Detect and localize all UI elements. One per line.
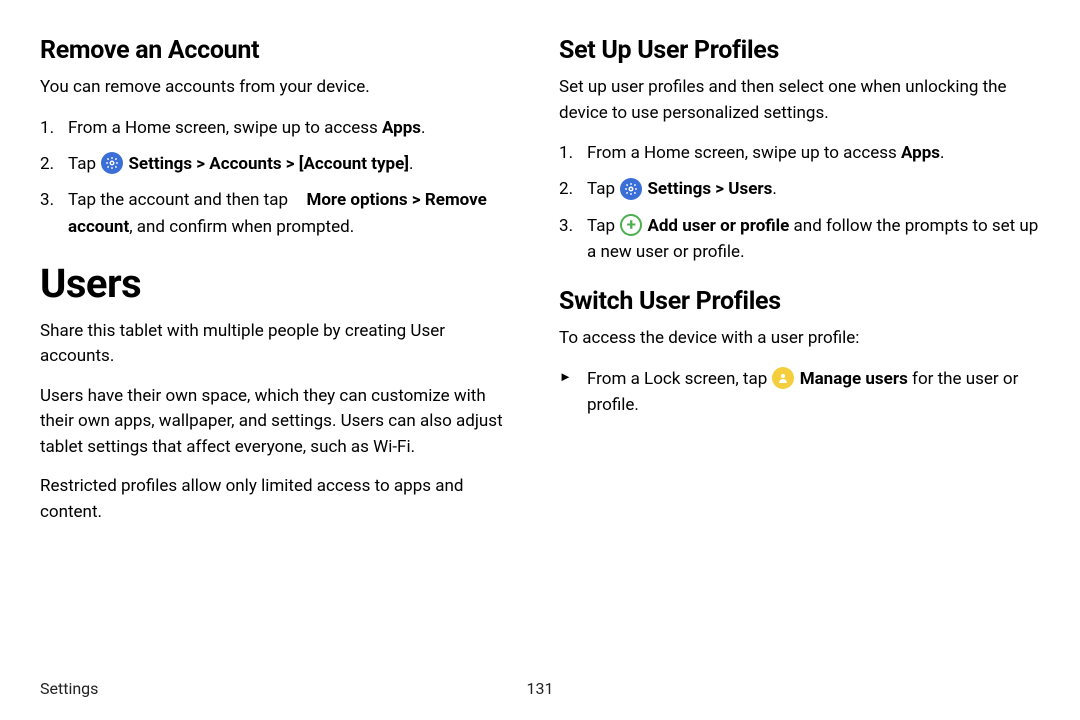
remove-steps: From a Home screen, swipe up to access A… [40,115,521,240]
heading-remove-account: Remove an Account [40,36,521,65]
users-para-3: Restricted profiles allow only limited a… [40,474,521,525]
settings-gear-icon [620,178,642,200]
heading-switch-profiles: Switch User Profiles [559,287,1040,316]
users-para-2: Users have their own space, which they c… [40,384,521,461]
footer-section: Settings [40,679,98,698]
heading-users: Users [40,260,521,307]
left-column: Remove an Account You can remove account… [40,36,521,539]
add-plus-icon: + [620,214,642,236]
setup-step-2: Tap Settings > Users. [559,176,1040,202]
heading-setup-profiles: Set Up User Profiles [559,36,1040,65]
remove-step-1: From a Home screen, swipe up to access A… [40,115,521,141]
setup-step-1: From a Home screen, swipe up to access A… [559,140,1040,166]
switch-steps: From a Lock screen, tap Manage users for… [559,366,1040,419]
remove-step-2: Tap Settings > Accounts > [Account type]… [40,151,521,177]
more-options-icon [292,190,302,210]
remove-step-3: Tap the account and then tap More option… [40,187,521,240]
users-para-1: Share this tablet with multiple people b… [40,319,521,370]
user-icon [772,367,794,389]
switch-intro: To access the device with a user profile… [559,326,1040,352]
setup-step-3: Tap + Add user or profile and follow the… [559,213,1040,266]
remove-intro: You can remove accounts from your device… [40,75,521,101]
page-footer: Settings 131 [40,679,1040,698]
switch-step-1: From a Lock screen, tap Manage users for… [559,366,1040,419]
setup-steps: From a Home screen, swipe up to access A… [559,140,1040,265]
footer-page-number: 131 [527,679,554,698]
setup-intro: Set up user profiles and then select one… [559,75,1040,126]
right-column: Set Up User Profiles Set up user profile… [559,36,1040,539]
settings-gear-icon [101,152,123,174]
